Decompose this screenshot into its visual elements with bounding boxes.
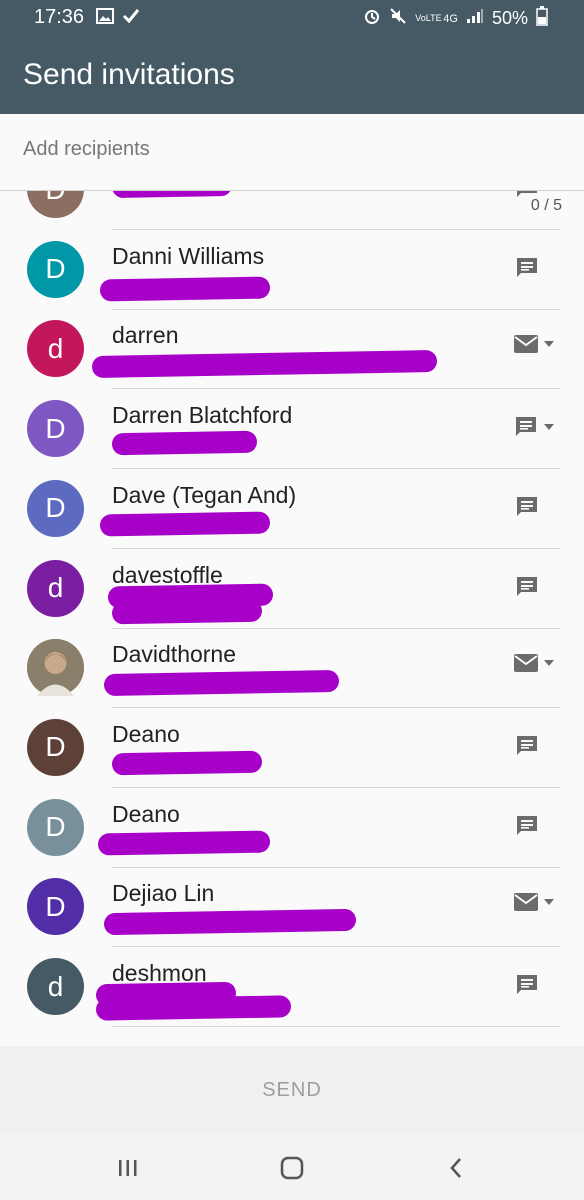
recents-icon[interactable] bbox=[108, 1152, 148, 1184]
contact-photo bbox=[27, 639, 84, 697]
avatar: D bbox=[27, 718, 84, 776]
contact-row[interactable]: D Danni Williams bbox=[0, 230, 584, 310]
mute-icon bbox=[389, 7, 407, 30]
status-time: 17:36 bbox=[34, 6, 85, 28]
volte-label: VoLTE bbox=[415, 13, 442, 23]
email-icon[interactable] bbox=[514, 654, 554, 673]
avatar: d bbox=[27, 559, 84, 617]
contact-name: Danni Williams bbox=[112, 242, 265, 269]
network-type: 4G bbox=[443, 12, 458, 25]
contact-row[interactable]: D Dejiao Lin bbox=[0, 867, 584, 948]
avatar: D bbox=[27, 191, 84, 218]
send-button[interactable]: SEND bbox=[0, 1046, 584, 1134]
message-icon[interactable] bbox=[515, 256, 539, 280]
avatar: D bbox=[27, 240, 84, 298]
contact-row[interactable]: Davidthorne bbox=[0, 628, 584, 709]
redaction-scribble bbox=[111, 750, 263, 776]
message-icon[interactable] bbox=[514, 415, 554, 439]
chevron-down-icon bbox=[544, 424, 554, 431]
redaction-scribble bbox=[99, 276, 271, 302]
notification-icons bbox=[96, 8, 140, 29]
redaction-scribble bbox=[111, 599, 263, 624]
contact-name: Davidthorne bbox=[112, 641, 237, 668]
chevron-down-icon bbox=[544, 899, 554, 906]
contact-name: Deano bbox=[112, 720, 180, 747]
redaction-scribble bbox=[91, 350, 438, 379]
navigation-bar bbox=[0, 1134, 584, 1200]
alarm-icon bbox=[363, 7, 381, 30]
redaction-scribble bbox=[103, 670, 340, 697]
contact-row[interactable]: d davestoffle bbox=[0, 549, 584, 629]
contact-name: Dave (Tegan And) bbox=[112, 481, 297, 508]
redaction-scribble bbox=[97, 830, 271, 856]
contact-row[interactable]: d darren bbox=[0, 309, 584, 390]
signal-icon bbox=[466, 8, 484, 29]
row-divider bbox=[112, 1026, 560, 1027]
add-recipients-input[interactable] bbox=[23, 138, 543, 161]
status-bar: 17:36 VoLTE 4G 50% bbox=[0, 0, 584, 34]
email-icon[interactable] bbox=[514, 335, 554, 354]
contact-name: darren bbox=[112, 322, 179, 349]
system-icons: VoLTE 4G 50% bbox=[363, 6, 548, 31]
check-icon bbox=[122, 8, 140, 29]
chevron-down-icon bbox=[544, 341, 554, 348]
send-bar: SEND bbox=[0, 1046, 584, 1134]
email-icon[interactable] bbox=[514, 893, 554, 912]
redaction-scribble bbox=[95, 995, 292, 1021]
chevron-down-icon bbox=[544, 660, 554, 667]
contact-name: Deano bbox=[112, 800, 180, 827]
avatar: d bbox=[27, 958, 84, 1015]
avatar: D bbox=[27, 400, 84, 458]
contact-list[interactable]: DDDanni WilliamsddarrenDDarren Blatchfor… bbox=[0, 191, 584, 1046]
redaction-scribble bbox=[111, 191, 233, 199]
contact-name: Darren Blatchford bbox=[112, 402, 293, 429]
app-bar: Send invitations bbox=[0, 34, 584, 114]
battery-percent: 50% bbox=[491, 8, 528, 28]
redaction-scribble bbox=[111, 430, 258, 456]
contact-row[interactable]: D Deano bbox=[0, 708, 584, 788]
message-icon[interactable] bbox=[515, 495, 539, 519]
avatar: d bbox=[27, 320, 84, 378]
avatar: D bbox=[27, 479, 84, 537]
avatar: D bbox=[27, 878, 84, 936]
page-title: Send invitations bbox=[23, 58, 235, 91]
battery-icon bbox=[536, 6, 548, 31]
avatar: D bbox=[27, 798, 84, 856]
message-icon[interactable] bbox=[515, 575, 539, 599]
avatar bbox=[27, 639, 84, 697]
message-icon[interactable] bbox=[515, 734, 539, 758]
recipient-counter: 0 / 5 bbox=[530, 197, 562, 214]
contact-row[interactable]: D Darren Blatchford bbox=[0, 389, 584, 470]
contact-row[interactable]: d deshmon bbox=[0, 947, 584, 1027]
contact-row[interactable]: D bbox=[0, 191, 584, 230]
message-icon[interactable] bbox=[515, 814, 539, 838]
back-icon[interactable] bbox=[436, 1152, 476, 1184]
contact-name: Dejiao Lin bbox=[112, 880, 215, 907]
gallery-icon bbox=[96, 8, 114, 29]
recipients-bar bbox=[0, 114, 584, 191]
message-icon[interactable] bbox=[515, 973, 539, 997]
redaction-scribble bbox=[103, 909, 357, 936]
contact-row[interactable]: D Dave (Tegan And) bbox=[0, 469, 584, 549]
contact-row[interactable]: D Deano bbox=[0, 788, 584, 868]
home-icon[interactable] bbox=[272, 1152, 312, 1184]
redaction-scribble bbox=[99, 511, 271, 537]
